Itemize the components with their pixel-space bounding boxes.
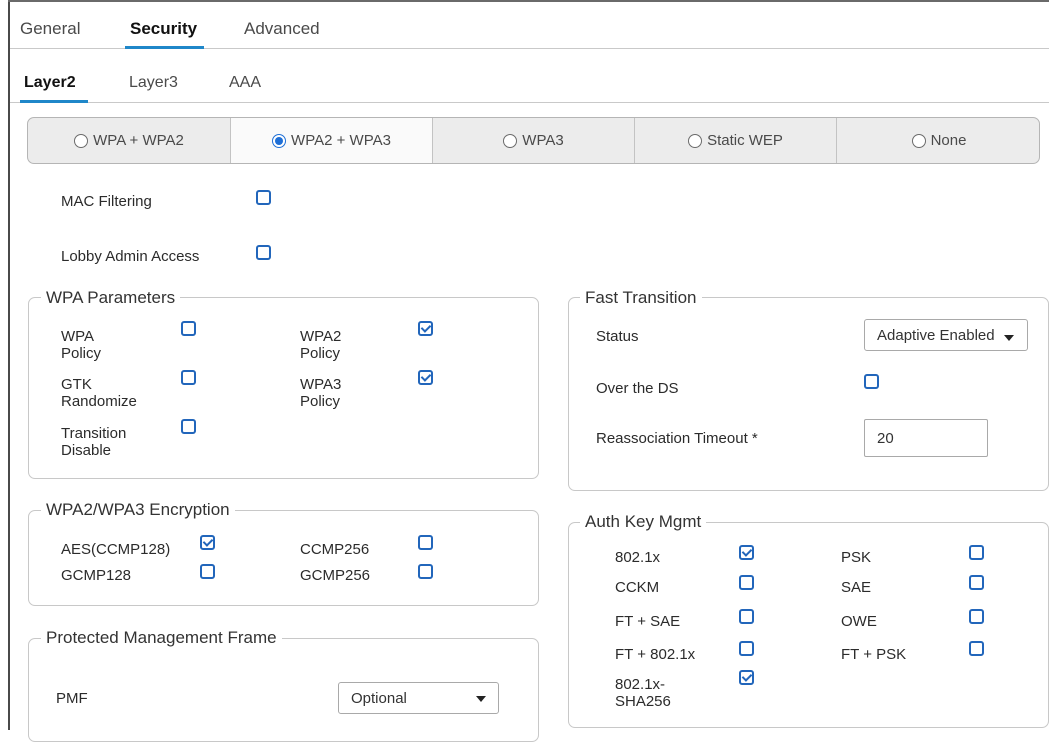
lobby-admin-access-label: Lobby Admin Access bbox=[61, 248, 200, 265]
wpa3-policy-checkbox[interactable] bbox=[418, 370, 433, 385]
aes-ccmp128-label: AES(CCMP128) bbox=[61, 541, 171, 558]
akm-ft-sae-checkbox[interactable] bbox=[739, 609, 754, 624]
chevron-down-icon bbox=[476, 696, 486, 702]
mode-option-none[interactable]: None bbox=[837, 118, 1039, 163]
subtab-layer2-underline bbox=[20, 100, 88, 103]
akm-owe-label: OWE bbox=[841, 613, 877, 630]
transition-disable-label: Transition Disable bbox=[61, 425, 127, 459]
mode-option-static-wep[interactable]: Static WEP bbox=[635, 118, 837, 163]
window-frame-left bbox=[8, 0, 10, 730]
ccmp256-checkbox[interactable] bbox=[418, 535, 433, 550]
over-the-ds-label: Over the DS bbox=[596, 380, 679, 397]
akm-owe-checkbox[interactable] bbox=[969, 609, 984, 624]
ccmp256-label: CCMP256 bbox=[300, 541, 370, 558]
subtabs-divider bbox=[10, 102, 1049, 103]
akm-8021x-sha256-label: 802.1x- SHA256 bbox=[615, 676, 671, 710]
mode-option-wpa3[interactable]: WPA3 bbox=[433, 118, 635, 163]
transition-disable-checkbox[interactable] bbox=[181, 419, 196, 434]
wpa-policy-checkbox[interactable] bbox=[181, 321, 196, 336]
chevron-down-icon bbox=[1004, 335, 1014, 341]
gcmp128-checkbox[interactable] bbox=[200, 564, 215, 579]
mac-filtering-checkbox[interactable] bbox=[256, 190, 271, 205]
lobby-admin-access-checkbox[interactable] bbox=[256, 245, 271, 260]
radio-selected-icon bbox=[272, 133, 287, 148]
ft-status-label: Status bbox=[596, 328, 639, 345]
radio-icon bbox=[911, 133, 926, 148]
ft-status-value: Adaptive Enabled bbox=[877, 326, 995, 344]
mode-label: Static WEP bbox=[707, 132, 783, 149]
wpa3-policy-label: WPA3 Policy bbox=[300, 376, 342, 410]
pmf-select[interactable]: Optional bbox=[338, 682, 499, 714]
window-frame-top bbox=[8, 0, 1049, 2]
radio-icon bbox=[503, 133, 518, 148]
akm-ft-psk-label: FT + PSK bbox=[841, 646, 907, 663]
ft-status-select[interactable]: Adaptive Enabled bbox=[864, 319, 1028, 351]
mode-label: WPA2 + WPA3 bbox=[291, 132, 391, 149]
gcmp256-label: GCMP256 bbox=[300, 567, 371, 584]
reassociation-timeout-input[interactable]: 20 bbox=[864, 419, 988, 457]
akm-ft-sae-label: FT + SAE bbox=[615, 613, 681, 630]
akm-cckm-label: CCKM bbox=[615, 579, 660, 596]
akm-psk-checkbox[interactable] bbox=[969, 545, 984, 560]
pmf-select-value: Optional bbox=[351, 689, 407, 707]
pmf-title: Protected Management Frame bbox=[41, 628, 282, 648]
tab-security[interactable]: Security bbox=[130, 19, 197, 39]
akm-psk-label: PSK bbox=[841, 549, 872, 566]
security-mode-selector: WPA + WPA2 WPA2 + WPA3 WPA3 Static WEP N… bbox=[27, 117, 1040, 164]
tab-security-underline bbox=[125, 46, 204, 49]
mode-label: WPA3 bbox=[522, 132, 564, 149]
encryption-title: WPA2/WPA3 Encryption bbox=[41, 500, 235, 520]
akm-8021x-sha256-checkbox[interactable] bbox=[739, 670, 754, 685]
akm-8021x-label: 802.1x bbox=[615, 549, 661, 566]
gtk-randomize-checkbox[interactable] bbox=[181, 370, 196, 385]
akm-8021x-checkbox[interactable] bbox=[739, 545, 754, 560]
encryption-group bbox=[28, 510, 539, 606]
radio-icon bbox=[688, 133, 703, 148]
auth-key-mgmt-title: Auth Key Mgmt bbox=[580, 512, 707, 532]
akm-ft-8021x-checkbox[interactable] bbox=[739, 641, 754, 656]
tab-general[interactable]: General bbox=[20, 19, 80, 39]
akm-cckm-checkbox[interactable] bbox=[739, 575, 754, 590]
mode-option-wpa-wpa2[interactable]: WPA + WPA2 bbox=[28, 118, 231, 163]
subtab-layer3[interactable]: Layer3 bbox=[129, 74, 178, 92]
pmf-label: PMF bbox=[56, 690, 88, 707]
mode-option-wpa2-wpa3[interactable]: WPA2 + WPA3 bbox=[231, 118, 433, 163]
gcmp256-checkbox[interactable] bbox=[418, 564, 433, 579]
mac-filtering-label: MAC Filtering bbox=[61, 193, 152, 210]
fast-transition-title: Fast Transition bbox=[580, 288, 702, 308]
tab-advanced[interactable]: Advanced bbox=[244, 19, 320, 39]
subtab-aaa[interactable]: AAA bbox=[229, 74, 261, 92]
wpa2-policy-label: WPA2 Policy bbox=[300, 328, 342, 362]
over-the-ds-checkbox[interactable] bbox=[864, 374, 879, 389]
akm-sae-checkbox[interactable] bbox=[969, 575, 984, 590]
akm-ft-8021x-label: FT + 802.1x bbox=[615, 646, 696, 663]
gcmp128-label: GCMP128 bbox=[61, 567, 132, 584]
aes-ccmp128-checkbox[interactable] bbox=[200, 535, 215, 550]
akm-ft-psk-checkbox[interactable] bbox=[969, 641, 984, 656]
akm-sae-label: SAE bbox=[841, 579, 872, 596]
radio-icon bbox=[74, 133, 89, 148]
gtk-randomize-label: GTK Randomize bbox=[61, 376, 137, 410]
wpa-policy-label: WPA Policy bbox=[61, 328, 102, 362]
reassociation-timeout-label: Reassociation Timeout * bbox=[596, 430, 758, 447]
wpa-parameters-title: WPA Parameters bbox=[41, 288, 181, 308]
subtab-layer2[interactable]: Layer2 bbox=[24, 74, 76, 92]
mode-label: WPA + WPA2 bbox=[93, 132, 184, 149]
wpa2-policy-checkbox[interactable] bbox=[418, 321, 433, 336]
mode-label: None bbox=[930, 132, 967, 149]
